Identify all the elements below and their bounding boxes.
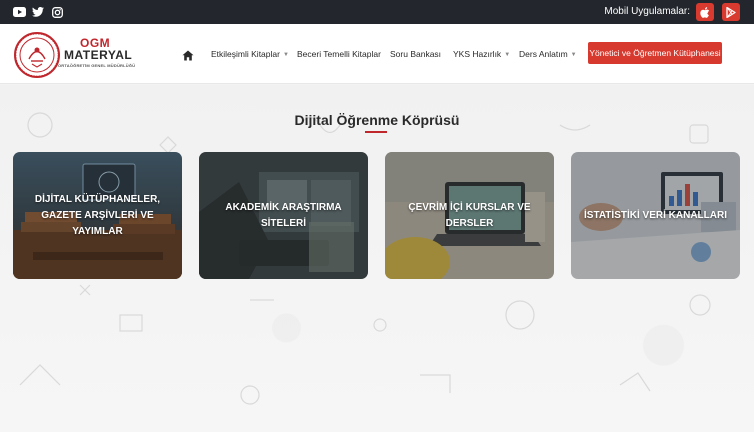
chevron-down-icon: ▼ — [570, 52, 577, 58]
nav-label: YKS Hazırlık — [453, 49, 502, 59]
card-academic-research[interactable]: AKADEMİK ARAŞTIRMA SİTELERİ — [199, 152, 368, 279]
mobile-apps-label: Mobil Uygulamalar: — [604, 6, 690, 17]
nav-yks-hazirlik[interactable]: YKS Hazırlık ▼ — [453, 49, 510, 59]
nav-label: Ders Anlatım — [519, 49, 568, 59]
twitter-icon[interactable] — [31, 5, 45, 19]
meb-seal-logo[interactable] — [14, 32, 60, 78]
logo-subtitle: MATERYAL — [64, 48, 133, 62]
card-label: DİJİTAL KÜTÜPHANELER, GAZETE ARŞİVLERİ V… — [34, 193, 161, 237]
apple-icon[interactable] — [696, 3, 714, 21]
card-label: İSTATİSTİKİ VERİ KANALLARI — [584, 209, 727, 221]
chevron-down-icon: ▼ — [504, 52, 511, 58]
nav-beceri-temelli-kitaplar[interactable]: Beceri Temelli Kitaplar — [297, 49, 381, 59]
nav-label: Etkileşimli Kitaplar — [211, 49, 280, 59]
nav-label: Soru Bankası — [390, 49, 442, 59]
nav-ders-anlatim[interactable]: Ders Anlatım ▼ — [519, 49, 577, 59]
card-digital-libraries[interactable]: DİJİTAL KÜTÜPHANELER, GAZETE ARŞİVLERİ V… — [13, 152, 182, 279]
top-bar: Mobil Uygulamalar: — [0, 0, 754, 24]
chevron-down-icon: ▼ — [282, 52, 289, 58]
section-title: Dijital Öğrenme Köprüsü — [294, 112, 460, 128]
card-label: AKADEMİK ARAŞTIRMA SİTELERİ — [225, 201, 342, 229]
card-label: ÇEVRİM İÇİ KURSLAR VE DERSLER — [408, 201, 531, 229]
nav-soru-bankasi[interactable]: Soru Bankası — [390, 49, 441, 59]
google-play-icon[interactable] — [722, 3, 740, 21]
teacher-library-button[interactable]: Yönetici ve Öğretmen Kütüphanesi — [588, 42, 722, 64]
home-icon[interactable] — [182, 48, 194, 61]
youtube-icon[interactable] — [12, 5, 26, 19]
logo-caption: ORTAÖĞRETİM GENEL MÜDÜRLÜĞÜ — [58, 63, 136, 68]
nav-etkilesimli-kitaplar[interactable]: Etkileşimli Kitaplar ▼ — [211, 49, 289, 59]
title-underline — [365, 131, 387, 133]
nav-label: Beceri Temelli Kitaplar — [297, 49, 381, 59]
card-statistics-channels[interactable]: İSTATİSTİKİ VERİ KANALLARI — [571, 152, 740, 279]
card-online-courses[interactable]: ÇEVRİM İÇİ KURSLAR VE DERSLER — [385, 152, 554, 279]
instagram-icon[interactable] — [50, 5, 64, 19]
site-header: OGM MATERYAL ORTAÖĞRETİM GENEL MÜDÜRLÜĞÜ… — [0, 24, 754, 84]
